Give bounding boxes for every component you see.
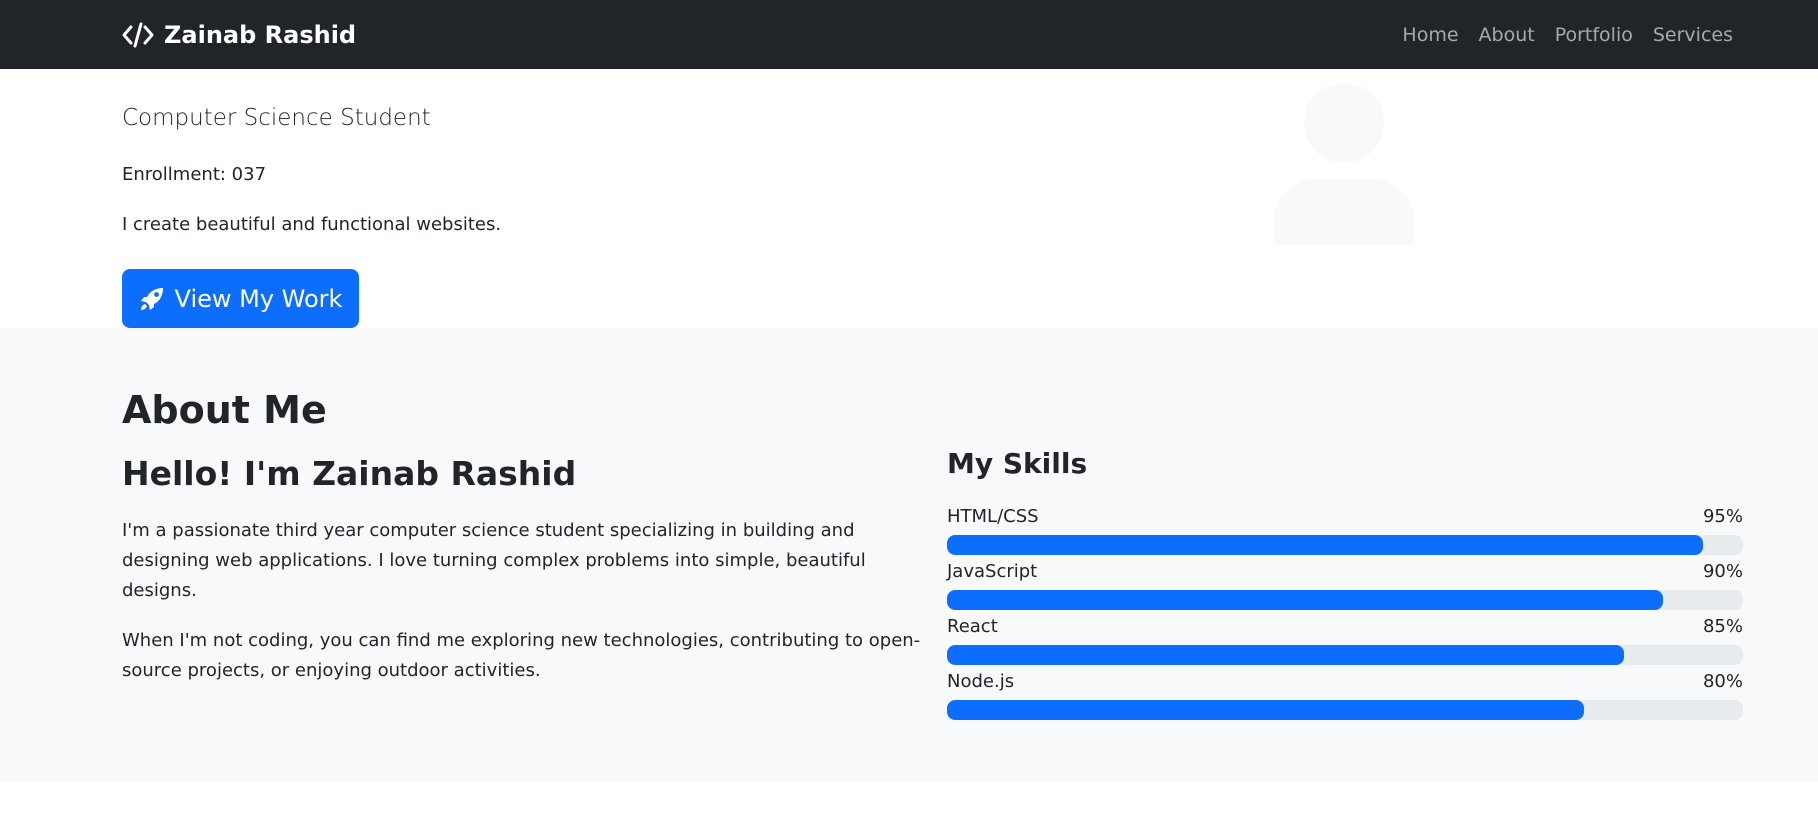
- code-icon: [122, 22, 154, 48]
- about-paragraph-1: I'm a passionate third year computer sci…: [122, 520, 866, 601]
- skill-percent: 90%: [1702, 561, 1743, 582]
- about-heading: About Me: [122, 388, 327, 432]
- brand-name: Zainab Rashid: [164, 20, 357, 49]
- skill-name: React: [947, 616, 998, 637]
- brand-link[interactable]: Zainab Rashid: [122, 0, 356, 69]
- hero-subtitle: Computer Science Student: [122, 105, 431, 131]
- view-my-work-button[interactable]: View My Work: [122, 269, 359, 328]
- skill-item: Node.js 80%: [947, 669, 1743, 724]
- progress-bar: [947, 645, 1624, 665]
- skill-item: HTML/CSS 95%: [947, 504, 1743, 559]
- nav-links: Home About Portfolio Services: [1402, 0, 1733, 69]
- progress-track: [947, 535, 1743, 555]
- skill-name: HTML/CSS: [947, 506, 1039, 527]
- hero-section: Computer Science Student Enrollment: 037…: [0, 69, 1818, 328]
- skills-list: HTML/CSS 95% JavaScript 90% React 85% No…: [947, 504, 1743, 724]
- progress-bar: [947, 535, 1704, 555]
- skill-percent: 80%: [1702, 671, 1743, 692]
- skill-percent: 95%: [1702, 506, 1743, 527]
- skill-name: Node.js: [947, 671, 1015, 692]
- about-greeting: Hello! I'm Zainab Rashid: [122, 454, 577, 493]
- about-section: About Me Hello! I'm Zainab Rashid I'm a …: [0, 328, 1818, 782]
- skill-name: JavaScript: [947, 561, 1038, 582]
- nav-link-services[interactable]: Services: [1653, 24, 1733, 46]
- skill-item: JavaScript 90%: [947, 559, 1743, 614]
- progress-bar: [947, 700, 1584, 720]
- nav-link-about[interactable]: About: [1479, 24, 1535, 46]
- skill-item: React 85%: [947, 614, 1743, 669]
- nav-link-portfolio[interactable]: Portfolio: [1555, 24, 1633, 46]
- progress-track: [947, 645, 1743, 665]
- person-icon: [1272, 83, 1416, 245]
- nav-link-home[interactable]: Home: [1402, 24, 1458, 46]
- progress-track: [947, 700, 1743, 720]
- navbar: Zainab Rashid Home About Portfolio Servi…: [0, 0, 1818, 69]
- skills-title: My Skills: [947, 447, 1088, 480]
- progress-bar: [947, 590, 1664, 610]
- view-my-work-label: View My Work: [174, 284, 343, 313]
- rocket-icon: [139, 286, 165, 312]
- hero-tagline: I create beautiful and functional websit…: [122, 214, 502, 235]
- about-paragraph-2: When I'm not coding, you can find me exp…: [122, 630, 921, 681]
- progress-track: [947, 590, 1743, 610]
- enrollment-text: Enrollment: 037: [122, 164, 267, 185]
- skill-percent: 85%: [1702, 616, 1743, 637]
